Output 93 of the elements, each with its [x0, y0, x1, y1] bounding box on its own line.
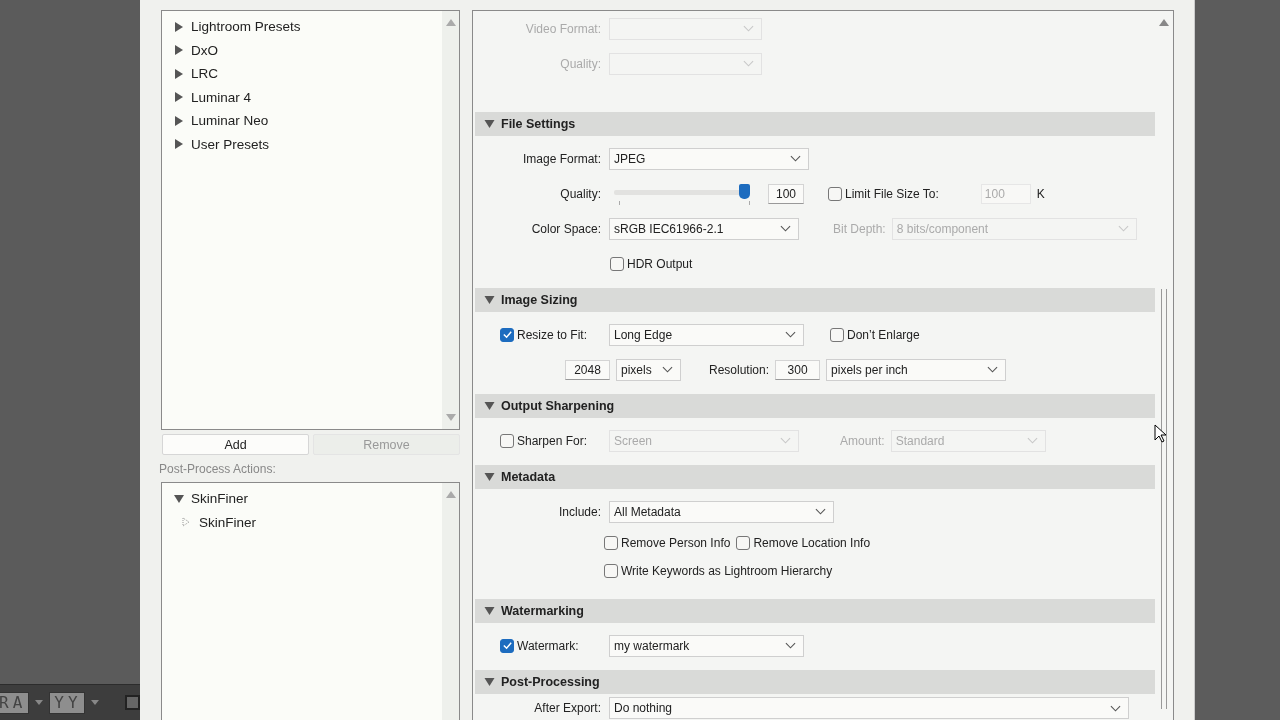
- field-label: Color Space:: [531, 221, 602, 236]
- checkbox-label[interactable]: Remove Person Info: [621, 536, 731, 550]
- unit-label: K: [1036, 186, 1045, 201]
- dropdown[interactable]: Long Edge: [609, 323, 804, 346]
- section-title: Post-Processing: [501, 675, 600, 689]
- checkbox[interactable]: [500, 433, 514, 448]
- collapse-icon[interactable]: [484, 677, 495, 687]
- section-header[interactable]: Output Sharpening: [475, 394, 1155, 418]
- field-label: Quality:: [560, 186, 602, 201]
- section-label: Post-Process Actions:: [159, 462, 277, 476]
- checkbox[interactable]: [830, 327, 844, 342]
- section-title: Metadata: [501, 470, 556, 484]
- scroll-thumb[interactable]: [1161, 289, 1167, 709]
- checkbox-icon[interactable]: [124, 695, 140, 710]
- mouse-cursor-icon: [1154, 424, 1166, 443]
- section-title: Watermarking: [501, 604, 584, 618]
- input-field[interactable]: 300: [775, 359, 821, 380]
- collapse-icon[interactable]: [484, 472, 495, 482]
- scrollbar[interactable]: [442, 483, 459, 720]
- checkbox-label[interactable]: Write Keywords as Lightroom Hierarchy: [621, 564, 833, 578]
- dropdown[interactable]: my watermark: [609, 634, 804, 657]
- field-label: Resolution:: [709, 362, 770, 377]
- dropdown[interactable]: Do nothing: [609, 697, 1129, 719]
- preset-folder[interactable]: Luminar 4: [191, 89, 252, 105]
- checkbox-label[interactable]: Don’t Enlarge: [847, 327, 920, 342]
- preset-folder[interactable]: Luminar Neo: [191, 113, 269, 129]
- action-folder[interactable]: SkinFiner: [191, 491, 249, 507]
- chevron-down-icon[interactable]: [785, 331, 796, 338]
- preset-folder[interactable]: LRC: [191, 66, 218, 82]
- section-title: Image Sizing: [501, 293, 578, 307]
- checkbox[interactable]: [500, 638, 514, 653]
- checkbox[interactable]: [736, 536, 751, 550]
- field-label: Include:: [558, 504, 602, 519]
- checkbox[interactable]: [500, 327, 514, 342]
- input-field[interactable]: 2048: [565, 359, 610, 380]
- expand-icon[interactable]: [174, 21, 184, 32]
- collapse-icon[interactable]: [484, 119, 495, 129]
- section-title: File Settings: [501, 117, 576, 131]
- dropdown[interactable]: All Metadata: [609, 500, 834, 523]
- section-header[interactable]: Image Sizing: [475, 288, 1155, 312]
- checkbox-label[interactable]: Limit File Size To:: [845, 186, 939, 201]
- caret-icon[interactable]: [35, 700, 44, 705]
- expand-icon[interactable]: [174, 115, 184, 126]
- expand-icon[interactable]: [174, 68, 184, 79]
- action-item[interactable]: SkinFiner: [199, 514, 257, 530]
- checkbox-label[interactable]: HDR Output: [627, 256, 693, 271]
- section-title: Output Sharpening: [501, 399, 615, 413]
- dropdown[interactable]: sRGB IEC61966-2.1: [609, 217, 799, 240]
- collapse-icon[interactable]: [174, 493, 184, 504]
- dropdown[interactable]: pixels per inch: [826, 358, 1007, 381]
- scroll-up-icon[interactable]: [1159, 19, 1169, 26]
- dotted-triangle-icon: [182, 517, 190, 528]
- preset-button[interactable]: Add: [162, 434, 309, 455]
- chevron-down-icon[interactable]: [1110, 704, 1121, 712]
- chevron-down-icon[interactable]: [785, 642, 796, 649]
- chevron-down-icon[interactable]: [815, 508, 826, 515]
- input-field[interactable]: 100: [768, 183, 804, 204]
- field-label: Image Format:: [522, 151, 602, 166]
- checkbox[interactable]: [828, 186, 842, 201]
- collapse-icon[interactable]: [484, 295, 495, 305]
- checkbox-label[interactable]: Sharpen For:: [517, 433, 588, 448]
- checkbox[interactable]: [604, 536, 618, 550]
- section-header[interactable]: Metadata: [475, 465, 1155, 489]
- field-label: Amount:: [840, 433, 885, 448]
- chevron-down-icon[interactable]: [987, 366, 999, 373]
- field-label: After Export:: [534, 701, 602, 715]
- checkbox[interactable]: [610, 256, 624, 271]
- slider-thumb[interactable]: [739, 183, 750, 199]
- checkbox[interactable]: [604, 564, 618, 578]
- checkbox-label[interactable]: Watermark:: [517, 638, 579, 653]
- expand-icon[interactable]: [174, 139, 184, 150]
- checkbox-label[interactable]: Remove Location Info: [753, 536, 871, 550]
- section-header[interactable]: File Settings: [475, 112, 1155, 136]
- checkbox-label[interactable]: Resize to Fit:: [517, 327, 588, 342]
- chevron-down-icon[interactable]: [790, 155, 801, 162]
- field-label: Bit Depth:: [833, 221, 886, 236]
- preset-folder[interactable]: User Presets: [191, 136, 270, 152]
- field-label: Video Format:: [525, 21, 602, 36]
- chevron-down-icon[interactable]: [780, 225, 791, 232]
- dropdown[interactable]: pixels: [616, 358, 681, 381]
- chevron-down-icon[interactable]: [662, 366, 673, 373]
- section-header[interactable]: Watermarking: [475, 599, 1155, 623]
- collapse-icon[interactable]: [484, 401, 495, 411]
- expand-icon[interactable]: [174, 92, 184, 103]
- dropdown[interactable]: JPEG: [609, 147, 809, 170]
- field-label: Quality:: [560, 56, 602, 71]
- section-header[interactable]: Post-Processing: [475, 670, 1155, 694]
- expand-icon[interactable]: [174, 45, 184, 56]
- collapse-icon[interactable]: [484, 606, 495, 616]
- preset-folder[interactable]: Lightroom Presets: [191, 19, 301, 35]
- caret-icon[interactable]: [90, 700, 99, 705]
- slider-track[interactable]: [614, 181, 750, 206]
- preset-folder[interactable]: DxO: [191, 42, 218, 58]
